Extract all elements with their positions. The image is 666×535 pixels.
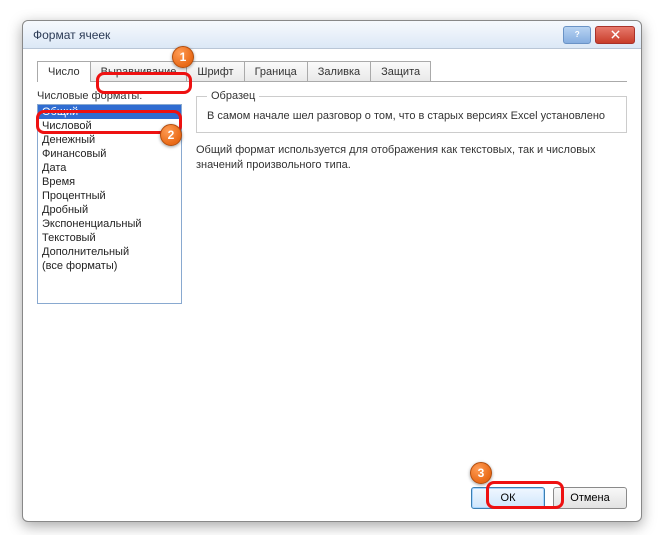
format-item-currency[interactable]: Денежный xyxy=(38,133,181,147)
tab-font[interactable]: Шрифт xyxy=(186,61,244,81)
format-item-scientific[interactable]: Экспоненциальный xyxy=(38,217,181,231)
help-button[interactable]: ? xyxy=(563,26,591,44)
tab-number[interactable]: Число xyxy=(37,61,91,81)
cancel-button[interactable]: Отмена xyxy=(553,487,627,509)
left-column: Числовые форматы: Общий Числовой Денежны… xyxy=(37,90,182,458)
tab-fill[interactable]: Заливка xyxy=(307,61,371,81)
format-item-number[interactable]: Числовой xyxy=(38,119,181,133)
close-icon xyxy=(611,30,620,39)
formats-label: Числовые форматы: xyxy=(37,90,182,102)
format-description: Общий формат используется для отображени… xyxy=(196,143,627,173)
help-icon: ? xyxy=(573,30,582,39)
sample-box: Образец В самом начале шел разговор о то… xyxy=(196,90,627,133)
format-item-general[interactable]: Общий xyxy=(38,105,181,119)
dialog-footer: ОК Отмена xyxy=(23,475,641,521)
format-cells-dialog: Формат ячеек ? Число Выравнивание Шрифт … xyxy=(22,20,642,522)
close-button[interactable] xyxy=(595,26,635,44)
titlebar: Формат ячеек ? xyxy=(23,21,641,49)
right-column: Образец В самом начале шел разговор о то… xyxy=(182,90,627,458)
format-item-custom[interactable]: (все форматы) xyxy=(38,259,181,273)
ok-button[interactable]: ОК xyxy=(471,487,545,509)
format-item-time[interactable]: Время xyxy=(38,175,181,189)
tab-pane-number: Числовые форматы: Общий Числовой Денежны… xyxy=(37,90,627,458)
format-item-fraction[interactable]: Дробный xyxy=(38,203,181,217)
svg-text:?: ? xyxy=(574,30,579,39)
tab-alignment[interactable]: Выравнивание xyxy=(90,61,188,81)
sample-legend: Образец xyxy=(207,90,259,102)
window-title: Формат ячеек xyxy=(33,28,559,42)
tab-border[interactable]: Граница xyxy=(244,61,308,81)
format-item-accounting[interactable]: Финансовый xyxy=(38,147,181,161)
tab-strip: Число Выравнивание Шрифт Граница Заливка… xyxy=(37,61,627,82)
format-item-special[interactable]: Дополнительный xyxy=(38,245,181,259)
format-item-date[interactable]: Дата xyxy=(38,161,181,175)
sample-text: В самом начале шел разговор о том, что в… xyxy=(207,110,616,122)
format-item-percent[interactable]: Процентный xyxy=(38,189,181,203)
dialog-content: Число Выравнивание Шрифт Граница Заливка… xyxy=(23,49,641,475)
tab-protection[interactable]: Защита xyxy=(370,61,431,81)
format-item-text[interactable]: Текстовый xyxy=(38,231,181,245)
format-list[interactable]: Общий Числовой Денежный Финансовый Дата … xyxy=(37,104,182,304)
